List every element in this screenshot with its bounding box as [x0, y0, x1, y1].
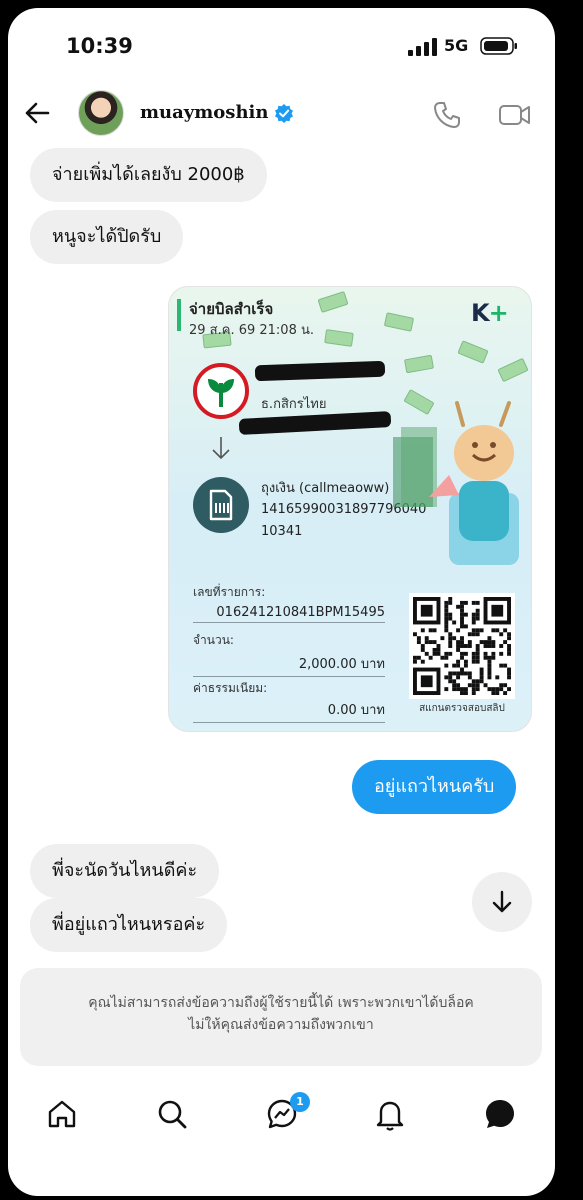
money-decoration [403, 354, 435, 374]
transaction-id-label: เลขที่รายการ: [193, 585, 266, 599]
fee-value: 0.00 บาท [193, 699, 385, 723]
avatar[interactable] [78, 90, 124, 136]
signal-icon [408, 38, 437, 56]
arrow-down-icon [492, 890, 512, 913]
back-arrow-icon[interactable] [22, 98, 52, 128]
receipt-accent-bar [177, 299, 181, 331]
status-bar: 10:39 5G [8, 8, 555, 84]
kplus-logo-plus: + [488, 299, 509, 327]
message-bubble[interactable]: จ่ายเพิ่มได้เลยงับ 2000฿ [30, 148, 267, 202]
kasikorn-bank-logo-icon [193, 363, 249, 419]
message-bubble-sent[interactable]: อยู่แถวไหนครับ [352, 760, 517, 814]
transfer-arrow-icon [212, 437, 230, 460]
video-call-icon[interactable] [498, 100, 532, 130]
blocked-notice-line2: ไม่ให้คุณส่งข้อความถึงพวกเขา [188, 1017, 374, 1033]
money-decoration [383, 312, 415, 332]
chat-icon[interactable] [482, 1096, 518, 1132]
home-icon[interactable] [44, 1096, 80, 1132]
battery-icon [480, 37, 517, 55]
blocked-notice: คุณไม่สามารถส่งข้อความถึงผู้ใช้รายนี้ได้… [20, 968, 542, 1066]
chat-username[interactable]: muaymoshin [140, 102, 268, 123]
transaction-id-value: 016241210841BPM15495 [193, 605, 385, 623]
mascot-illustration [393, 401, 519, 565]
money-decoration [457, 340, 489, 364]
messages-badge: 1 [290, 1092, 310, 1112]
chat-header: muaymoshin [8, 84, 555, 144]
verified-badge-icon [275, 104, 293, 123]
amount-label: จำนวน: [193, 633, 234, 647]
message-bubble[interactable]: พี่จะนัดวันไหนดีค่ะ [30, 844, 220, 898]
redacted-sender-name [254, 360, 386, 382]
sender-bank-name: ธ.กสิกรไทย [261, 397, 327, 412]
kplus-logo-letter: K [471, 299, 490, 327]
notifications-icon[interactable] [372, 1096, 408, 1132]
network-type: 5G [444, 36, 469, 55]
bill-document-icon [193, 477, 249, 533]
payment-receipt-image[interactable]: จ่ายบิลสำเร็จ 29 ส.ค. 69 21:08 น. K+ ธ.ก… [168, 286, 532, 732]
redacted-sender-account [238, 411, 392, 435]
recipient-name: ถุงเงิน (callmeaoww) [261, 481, 390, 496]
search-icon[interactable] [154, 1096, 190, 1132]
qr-code [409, 593, 515, 699]
kplus-logo: K+ [471, 299, 509, 327]
money-decoration [324, 329, 354, 347]
receipt-datetime: 29 ส.ค. 69 21:08 น. [189, 323, 314, 338]
bottom-navigation: 1 [8, 1088, 555, 1148]
fee-label: ค่าธรรมเนียม: [193, 681, 268, 695]
amount-value: 2,000.00 บาท [193, 653, 385, 677]
phone-call-icon[interactable] [432, 100, 462, 130]
message-bubble[interactable]: พี่อยู่แถวไหนหรอค่ะ [30, 898, 228, 952]
phone-screen: 10:39 5G muaymoshin จ่ายเพิ่มได้เลยงับ 2… [8, 8, 555, 1196]
message-bubble[interactable]: หนูจะได้ปิดรับ [30, 210, 184, 264]
money-decoration [497, 357, 529, 383]
scan-verify-label: สแกนตรวจสอบสลิป [419, 703, 505, 714]
money-decoration [317, 291, 349, 313]
status-time: 10:39 [66, 34, 133, 58]
blocked-notice-line1: คุณไม่สามารถส่งข้อความถึงผู้ใช้รายนี้ได้… [88, 995, 474, 1011]
scroll-to-bottom-button[interactable] [472, 872, 532, 932]
receipt-title: จ่ายบิลสำเร็จ [189, 300, 274, 318]
